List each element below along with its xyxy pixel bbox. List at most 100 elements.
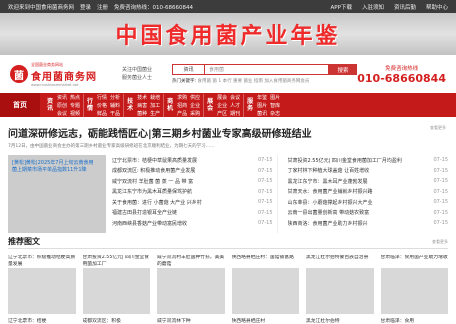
recommend-caption-2[interactable]: 成都双流区：积极	[83, 317, 151, 324]
nav-item[interactable]: 资讯	[57, 94, 67, 101]
search-button[interactable]: 搜索	[329, 64, 357, 75]
list-item: 黑龙江东宁市为黑木耳质量保驾护航 07-15	[112, 188, 273, 196]
search-input[interactable]: 食用菌	[204, 64, 329, 75]
headline-summary: 7月12日，由中国菌业商会主办的第三期乡村菌业专家高级研修班在北京顺利结业，为期…	[8, 144, 215, 149]
recommend-caption-2[interactable]: 黑龙江杜尔伯特	[306, 317, 374, 324]
nav-item[interactable]: 企业	[217, 102, 227, 109]
recommend-caption-2[interactable]: 陕西略县栖庄村	[232, 317, 300, 324]
nav-item[interactable]: 期刊	[230, 110, 240, 117]
hotline-box: 免费咨询热线 010-68660844	[357, 64, 446, 85]
recommend-card[interactable]: 威宁双流村羊肚菌种竹荪，美美的蘑菇 威宁双流林下种	[157, 253, 225, 324]
list-item: 关于食用菌：进行 小菌菇 大产业 兴乡村 07-15	[112, 199, 273, 206]
nav-item[interactable]: 行情	[97, 94, 107, 101]
recommend-card[interactable]: 黑龙江杜尔伯特蒙古族自治县 黑龙江杜尔伯特	[306, 253, 374, 324]
recommend-image[interactable]	[157, 268, 225, 314]
recommend-card[interactable]: 甘肃投资2.55亿元| 四川金堂食用菌加工厂 成都双流区：积极	[82, 253, 151, 324]
nav-item[interactable]: 图片	[270, 94, 280, 101]
headline-section: 问道深研修远志，砺能践悟匠心|第三期乡村菌业专家高级研修班结业 7月12日，由中…	[0, 117, 456, 149]
nav-item[interactable]: 采购	[190, 110, 200, 117]
nav-item[interactable]: 视频	[70, 110, 80, 117]
recommend-card[interactable]: 陕西略县栖庄村：菌菇铺富路 陕西略县栖庄村	[231, 253, 300, 324]
recommend-caption-2[interactable]: 甘肃临泽：食用	[381, 317, 449, 324]
list-item: 甘肃天水：食用菌产业铺就乡村振兴路 07-15	[287, 188, 449, 196]
nav-item[interactable]: 菌讯	[257, 110, 267, 117]
logo-title: 食用菌商务网	[31, 71, 97, 83]
nav-item[interactable]: 分析	[110, 94, 120, 101]
headline-more-link[interactable]: 查看更多	[430, 125, 446, 131]
nav-item[interactable]: 企业	[190, 102, 200, 109]
feature-caption[interactable]: [黄松]黄松|2025年7月上旬云南食用菌上期菜市场平单品指数11升1降	[12, 160, 96, 174]
list-item: 黑龙江东宁市：黑木耳产业蓬勃发展 07-15	[287, 178, 449, 185]
nav-item[interactable]: 原创	[57, 102, 67, 109]
recommend-more-link[interactable]: 查看更多	[432, 239, 448, 245]
recommend-image[interactable]	[306, 268, 374, 314]
recommend-caption[interactable]: 甘肃临泽：食用菌产业助力增收	[381, 255, 449, 268]
nav-item[interactable]: 求购	[177, 94, 187, 101]
join-link[interactable]: 入驻须知	[362, 3, 384, 11]
app-download-link[interactable]: APP下载	[331, 3, 352, 11]
logo-mushroom-icon: 菌	[10, 65, 28, 83]
nav-item[interactable]: 人才	[230, 102, 240, 109]
recommend-caption[interactable]: 陕西略县栖庄村：菌菇铺富路	[232, 255, 300, 268]
recommend-caption[interactable]: 辽宁北票市：积极推动桔梗高质量发展	[8, 255, 76, 268]
welcome-text: 欢迎来到中国食用菌商务网	[8, 4, 75, 11]
nav-item[interactable]: 专题	[70, 102, 80, 109]
nav-item[interactable]: 辅料	[110, 102, 120, 109]
recommend-image[interactable]	[82, 268, 150, 314]
nav-item[interactable]: 招商	[177, 102, 187, 109]
list-item: 甘肃投资2.55亿元| 四川金堂食用菌加工厂月均盈利 07-15	[287, 157, 449, 164]
nav-item[interactable]: 会议	[230, 94, 240, 101]
banner-ad[interactable]: 中国食用菌产业年鉴	[0, 13, 456, 55]
nav-item[interactable]: 产品	[177, 110, 187, 117]
nav-item[interactable]: 技术	[137, 94, 147, 101]
register-link[interactable]: 注册	[97, 3, 108, 11]
nav-item[interactable]: 杂志	[270, 110, 280, 117]
nav-item[interactable]: 干品	[110, 110, 120, 117]
recommend-image[interactable]	[8, 268, 76, 314]
nav-home[interactable]: 首页	[0, 93, 40, 117]
recommend-title: 推荐图文	[8, 237, 40, 246]
nav-item[interactable]: 价格	[97, 102, 107, 109]
recommend-caption[interactable]: 黑龙江杜尔伯特蒙古族自治县	[306, 255, 374, 268]
recommend-caption-2[interactable]: 辽宁北票市：桔梗	[8, 317, 76, 324]
nav-item[interactable]: 会议	[57, 110, 67, 117]
recommend-grid: 辽宁北票市：积极推动桔梗高质量发展 辽宁北票市：桔梗 甘肃投资2.55亿元| 四…	[0, 249, 456, 324]
nav-item[interactable]: 病害	[137, 102, 147, 109]
nav-group-tech: 技术 技术 栽培 病害 加工 菌种 生产	[124, 93, 165, 117]
logo-url: www.mushroommarket.net	[31, 82, 79, 87]
nav-item[interactable]: 热点	[70, 94, 80, 101]
nav-item[interactable]: 加工	[150, 102, 160, 109]
nav-item[interactable]: 图片	[257, 102, 267, 109]
nav-item[interactable]: 供应	[190, 94, 200, 101]
nav-item[interactable]: 生产	[150, 110, 160, 117]
recommend-caption[interactable]: 威宁双流村羊肚菌种竹荪，美美的蘑菇	[157, 255, 225, 268]
list-item: 山东莘县：小蘑菇撑起乡村振兴大产业 07-15	[287, 199, 449, 206]
news-link[interactable]: 资讯后勤	[394, 3, 416, 11]
list-item: 陕西商洛：食用菌产业助力乡村振兴 07-15	[287, 220, 449, 227]
feature-image[interactable]: [黄松]黄松|2025年7月上旬云南食用菌上期菜市场平单品指数11升1降	[8, 155, 106, 233]
nav-item[interactable]: 栽培	[150, 94, 160, 101]
column-divider	[276, 155, 278, 233]
main-nav: 首页 资讯 资讯 热点 原创 专题 会议 视频 行情 行情 分析 价格 辅料 鲜…	[0, 93, 456, 117]
recommend-image[interactable]	[380, 268, 448, 314]
site-logo[interactable]: 菌 全国菌业商务网站 食用菌商务网 www.mushroommarket.net	[10, 62, 122, 87]
nav-item[interactable]: 鲜品	[97, 110, 107, 117]
recommend-image[interactable]	[231, 268, 299, 314]
nav-item[interactable]: 菌种	[137, 110, 147, 117]
search-category-select[interactable]: 资讯	[172, 64, 204, 75]
recommend-card[interactable]: 辽宁北票市：积极推动桔梗高质量发展 辽宁北票市：桔梗	[8, 253, 76, 324]
hotline-label: 免费咨询热线	[385, 65, 419, 72]
recommend-caption-2[interactable]: 威宁双流林下种	[157, 317, 225, 324]
nav-item[interactable]: 智库	[270, 102, 280, 109]
login-link[interactable]: 登录	[80, 3, 91, 11]
list-item: 成都双流区: 积极推动食用菌产业发展 07-15	[112, 167, 273, 175]
nav-item[interactable]: 年鉴	[257, 94, 267, 101]
nav-item[interactable]: 产区	[217, 110, 227, 117]
recommend-card[interactable]: 甘肃临泽：食用菌产业助力增收 甘肃临泽：食用	[380, 253, 449, 324]
recommend-caption[interactable]: 甘肃投资2.55亿元| 四川金堂食用菌加工厂	[83, 255, 151, 268]
hotline-number: 010-68660844	[357, 71, 446, 85]
headline-title[interactable]: 问道深研修远志，砺能践悟匠心|第三期乡村菌业专家高级研修班结业	[8, 125, 448, 140]
nav-group-business: 商机 求购 供应 招商 企业 产品 采购	[164, 93, 205, 117]
help-link[interactable]: 帮助中心	[426, 3, 448, 11]
nav-item[interactable]: 展会	[217, 94, 227, 101]
